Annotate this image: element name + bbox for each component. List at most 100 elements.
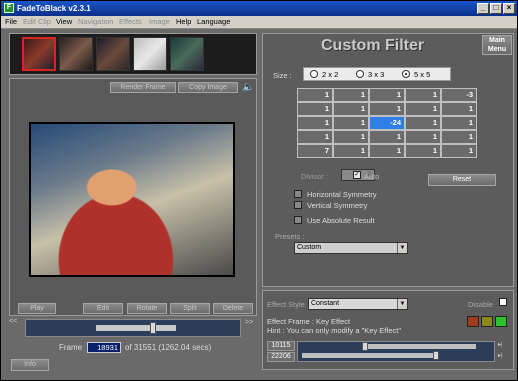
horizontal-symmetry-checkbox[interactable] [294,190,302,198]
disable-checkbox[interactable] [499,298,507,306]
size-2x2-radio[interactable] [310,70,318,78]
size-5x5-radio[interactable] [402,70,410,78]
absolute-result-checkbox[interactable] [294,216,302,224]
matrix-cell[interactable]: 7 [297,144,333,158]
vertical-symmetry-checkbox[interactable] [294,201,302,209]
reset-button[interactable]: Reset [428,174,496,186]
matrix-cell[interactable]: 1 [297,88,333,102]
timeline-slider-thumb[interactable] [150,322,156,334]
edit-button[interactable]: Edit [83,303,123,314]
presets-value: Custom [297,244,322,251]
clip-thumbnail-5[interactable] [170,37,204,71]
size-3x3-radio[interactable] [356,70,364,78]
menu-navigation[interactable]: Navigation [78,17,113,26]
matrix-cell[interactable]: 1 [369,144,405,158]
size-label: Size : [273,71,292,80]
matrix-cell[interactable]: 1 [369,102,405,116]
main-menu-button[interactable]: Main Menu [482,35,512,55]
matrix-cell[interactable]: 1 [441,102,477,116]
clip-thumbnail-1[interactable] [22,37,56,71]
matrix-cell[interactable]: -24 [369,116,405,130]
filter-title: Custom Filter [321,37,425,54]
effect-end-thumb[interactable] [433,351,439,360]
matrix-cell[interactable]: 1 [405,130,441,144]
render-frame-button[interactable]: Render Frame [110,82,176,93]
nav-forward-arrow-icon[interactable]: >> [245,319,255,329]
hint-text: Hint : You can only modify a "Key Effect… [267,326,402,335]
status-light [495,316,507,327]
rotate-button[interactable]: Rotate [127,303,167,314]
menu-edit-clip[interactable]: Edit Clip [23,17,51,26]
clip-thumbnail-3[interactable] [96,37,130,71]
frame-label: Frame [59,343,83,352]
menu-image[interactable]: Image [149,17,170,26]
matrix-cell[interactable]: 1 [405,116,441,130]
size-3x3-label: 3 x 3 [368,70,385,79]
end-frame-field[interactable]: 22206 [267,352,295,362]
effect-style-dropdown[interactable]: Constant ▼ [308,298,408,310]
matrix-cell[interactable]: 1 [441,130,477,144]
menu-file[interactable]: File [5,17,17,26]
menu-language[interactable]: Language [197,17,230,26]
matrix-cell[interactable]: 1 [369,130,405,144]
frame-number-field[interactable]: 18931 [87,342,121,353]
close-button[interactable]: × [503,3,515,14]
clip-thumbnail-4[interactable] [133,37,167,71]
matrix-cell[interactable]: 1 [441,144,477,158]
matrix-cell[interactable]: 1 [405,88,441,102]
effect-panel: Effect Style Constant ▼ Disable Effect F… [262,290,514,370]
horizontal-symmetry-label: Horizontal Symmetry [307,190,377,199]
matrix-cell[interactable]: -3 [441,88,477,102]
minimize-button[interactable]: _ [477,3,489,14]
clip-thumbnail-2[interactable] [59,37,93,71]
matrix-cell[interactable]: 1 [333,102,369,116]
status-light [467,316,479,327]
matrix-cell[interactable]: 1 [441,116,477,130]
matrix-cell[interactable]: 1 [405,144,441,158]
info-button[interactable]: Info [11,359,49,371]
effect-start-thumb[interactable] [362,342,368,351]
matrix-cell[interactable]: 1 [369,88,405,102]
matrix-cell[interactable]: 1 [297,130,333,144]
menu-view[interactable]: View [56,17,72,26]
size-options: 2 x 2 3 x 3 5 x 5 [303,67,451,81]
end-next-icon[interactable]: ▸| [498,352,510,361]
matrix-cell[interactable]: 1 [333,130,369,144]
divisor-label: Divisor : [301,172,329,181]
matrix-cell[interactable]: 1 [333,144,369,158]
matrix-cell[interactable]: 1 [297,102,333,116]
video-preview [29,122,235,277]
presets-dropdown[interactable]: Custom ▼ [294,242,408,254]
effect-start-range [364,344,476,349]
matrix-cell[interactable]: 1 [405,102,441,116]
matrix-cell[interactable]: 1 [333,116,369,130]
effect-end-range [302,353,438,358]
start-next-icon[interactable]: ▸| [498,341,510,350]
presets-label: Presets : [275,232,305,241]
start-frame-field[interactable]: 10115 [267,341,295,351]
custom-filter-panel: Custom Filter Main Menu Size : 2 x 2 3 x… [262,33,514,287]
effect-style-value: Constant [311,300,340,307]
auto-checkbox[interactable]: ✓ [353,171,361,179]
effect-range-track[interactable] [297,341,495,362]
matrix-cell[interactable]: 1 [297,116,333,130]
menu-help[interactable]: Help [176,17,191,26]
chevron-down-icon: ▼ [397,243,407,253]
menu-effects[interactable]: Effects [119,17,142,26]
matrix-cell[interactable]: 1 [333,88,369,102]
nav-back-arrow-icon[interactable]: << [9,318,19,328]
title-bar: F FadeToBlack v2.3.1 _ □ × [1,1,517,16]
maximize-button[interactable]: □ [490,3,502,14]
filter-matrix: 1 1 1 1 -3 1 1 1 1 1 1 1 -24 1 1 1 1 1 1 1 7 1 1 1 1 [297,88,479,160]
app-window: F FadeToBlack v2.3.1 _ □ × File Edit Cli… [0,0,518,381]
play-button[interactable]: Play [18,303,56,314]
copy-image-button[interactable]: Copy Image [178,82,238,93]
disable-label: Disable [468,300,494,309]
frame-total-text: of 31551 (1262.04 secs) [125,343,212,352]
absolute-result-label: Use Absolute Result [307,216,375,225]
timeline-track[interactable] [25,319,241,337]
size-5x5-label: 5 x 5 [414,70,431,79]
speaker-icon[interactable]: 🔈 [242,82,254,94]
split-button[interactable]: Split [170,303,210,314]
delete-button[interactable]: Delete [213,303,253,314]
